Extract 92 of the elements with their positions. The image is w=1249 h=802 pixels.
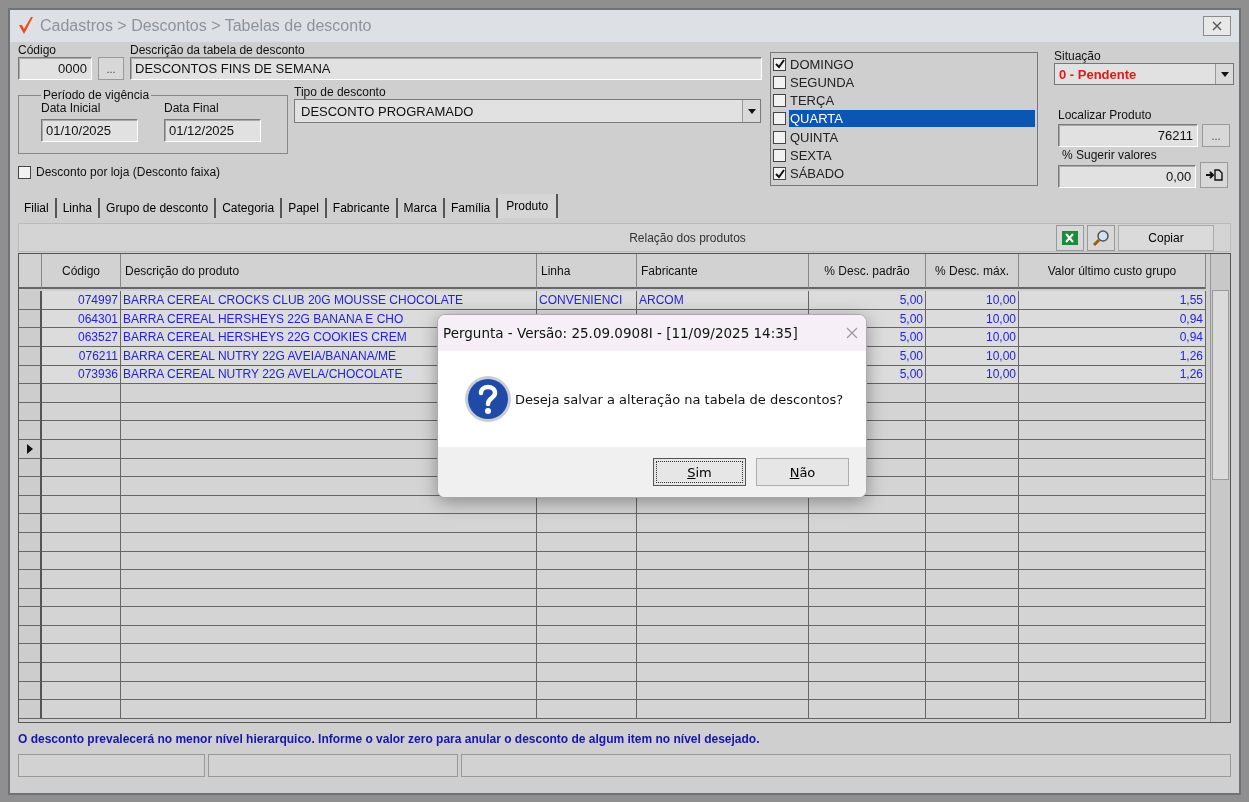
scrollbar[interactable]	[1210, 254, 1230, 722]
dropdown-button[interactable]	[1215, 64, 1233, 84]
dialog-button[interactable]: Sim	[653, 458, 746, 486]
close-button[interactable]	[1203, 16, 1231, 36]
section-title: Relação dos produtos	[628, 230, 746, 245]
weekday-item[interactable]: DOMINGO	[789, 55, 1035, 73]
checkbox[interactable]	[773, 130, 786, 144]
checkbox[interactable]	[773, 149, 786, 163]
table-cell: BARRA CEREAL CROCKS CLUB 20G MOUSSE CHOCOLATE	[121, 291, 537, 310]
table-cell: 063527	[42, 328, 121, 347]
column-header[interactable]: Descrição do produto	[121, 254, 537, 289]
table-cell: ARCOM	[637, 291, 809, 310]
copy-button[interactable]: Copiar	[1118, 224, 1214, 251]
tab[interactable]: Produto	[498, 194, 559, 218]
hint-text: O desconto prevalecerá no menor nível hierarquico. Informe o valor zero para anular o desconto de algum item no nível desejado.	[18, 732, 761, 746]
row-selector-cell[interactable]	[19, 477, 42, 496]
column-header[interactable]: Código	[42, 254, 121, 289]
column-header[interactable]: % Desc. padrão	[809, 254, 926, 289]
checkbox[interactable]	[773, 75, 786, 89]
window-title: Cadastros > Descontos > Tabelas de desconto	[40, 17, 372, 35]
checkbox[interactable]	[773, 112, 786, 126]
description-field[interactable]: DESCONTOS FINS DE SEMANA	[130, 57, 762, 80]
row-selector-cell[interactable]	[19, 328, 42, 347]
dialog-button[interactable]: Não	[756, 458, 849, 486]
scroll-thumb[interactable]	[1212, 290, 1229, 480]
percent-field[interactable]: 0,00	[1058, 165, 1197, 188]
check-logo-icon	[18, 16, 34, 36]
date-field[interactable]: 01/12/2025	[164, 119, 261, 142]
tab[interactable]: Fabricante	[326, 198, 398, 218]
group-label: Período de vigência	[42, 88, 151, 102]
field-label: Data Inicial	[41, 102, 102, 115]
tab[interactable]: Categoria	[216, 198, 283, 218]
dialog-message: Deseja salvar a alteração na tabela de descontos?	[515, 391, 844, 407]
current-row-icon	[26, 443, 33, 454]
weekday-item[interactable]: SEGUNDA	[789, 73, 1035, 91]
tab[interactable]: Grupo de desconto	[100, 198, 217, 218]
weekday-item[interactable]: SEXTA	[789, 147, 1035, 165]
table-cell: 1,55	[1019, 291, 1206, 310]
weekday-item[interactable]: QUARTA	[789, 110, 1035, 128]
table-cell: CONVENIENCI	[537, 291, 637, 310]
row-selector-cell[interactable]	[19, 291, 42, 310]
field-label: Situação	[1054, 50, 1102, 63]
lookup-button[interactable]: ...	[98, 57, 124, 80]
row-selector-cell[interactable]	[19, 644, 42, 664]
checkbox[interactable]	[18, 166, 31, 179]
row-selector-cell[interactable]	[19, 514, 42, 533]
status-dropdown[interactable]: 0 - Pendente	[1054, 63, 1234, 85]
product-search-field[interactable]: 76211	[1058, 124, 1198, 147]
table-cell: 10,00	[926, 328, 1019, 347]
row-selector-cell[interactable]	[19, 570, 42, 589]
close-icon	[1212, 21, 1222, 31]
weekday-item[interactable]: QUINTA	[789, 128, 1035, 146]
table-cell: 0,94	[1019, 328, 1206, 347]
field-label: Data Final	[164, 102, 220, 115]
table-cell: 074997	[42, 291, 121, 310]
row-selector-cell[interactable]	[19, 421, 42, 440]
checkbox[interactable]	[773, 167, 786, 181]
row-selector-cell[interactable]	[19, 384, 42, 403]
checkbox[interactable]	[773, 57, 786, 71]
tab[interactable]: Marca	[397, 198, 445, 218]
column-header[interactable]: % Desc. máx.	[926, 254, 1019, 289]
type-dropdown[interactable]: DESCONTO PROGRAMADO	[294, 99, 761, 123]
date-field[interactable]: 01/10/2025	[41, 119, 138, 142]
spreadsheet-icon[interactable]	[1056, 224, 1084, 251]
weekday-item[interactable]: SÁBADO	[789, 165, 1035, 183]
field-label: Tipo de desconto	[294, 86, 387, 99]
close-icon[interactable]	[846, 327, 858, 339]
tab[interactable]: Papel	[282, 198, 327, 218]
tab[interactable]: Filial	[18, 198, 57, 218]
search-icon[interactable]	[1087, 224, 1115, 251]
weekday-item[interactable]: TERÇA	[789, 92, 1035, 110]
row-selector-cell[interactable]	[19, 607, 42, 626]
checkbox-label: Desconto por loja (Desconto faixa)	[36, 166, 221, 179]
row-selector-cell[interactable]	[19, 700, 42, 719]
field-label: Descrição da tabela de desconto	[130, 44, 306, 57]
caret-icon	[747, 108, 756, 114]
table-cell: 5,00	[809, 291, 926, 310]
row-selector-cell[interactable]	[19, 663, 42, 682]
dropdown-button[interactable]	[742, 100, 760, 122]
tab[interactable]: Linha	[56, 198, 101, 218]
column-header[interactable]: Valor último custo grupo	[1019, 254, 1206, 289]
question-icon	[464, 375, 512, 423]
field-label: Código	[18, 44, 58, 57]
caret-icon	[1220, 71, 1229, 77]
checkbox[interactable]	[773, 94, 786, 108]
field-label: Localizar Produto	[1058, 109, 1153, 122]
column-header[interactable]: Fabricante	[637, 254, 809, 289]
field-label: % Sugerir valores	[1062, 149, 1158, 162]
lookup-button[interactable]: ...	[1202, 124, 1230, 147]
code-field[interactable]: 0000	[18, 57, 92, 80]
table-cell: 10,00	[926, 291, 1019, 310]
column-header[interactable]: Linha	[537, 254, 637, 289]
